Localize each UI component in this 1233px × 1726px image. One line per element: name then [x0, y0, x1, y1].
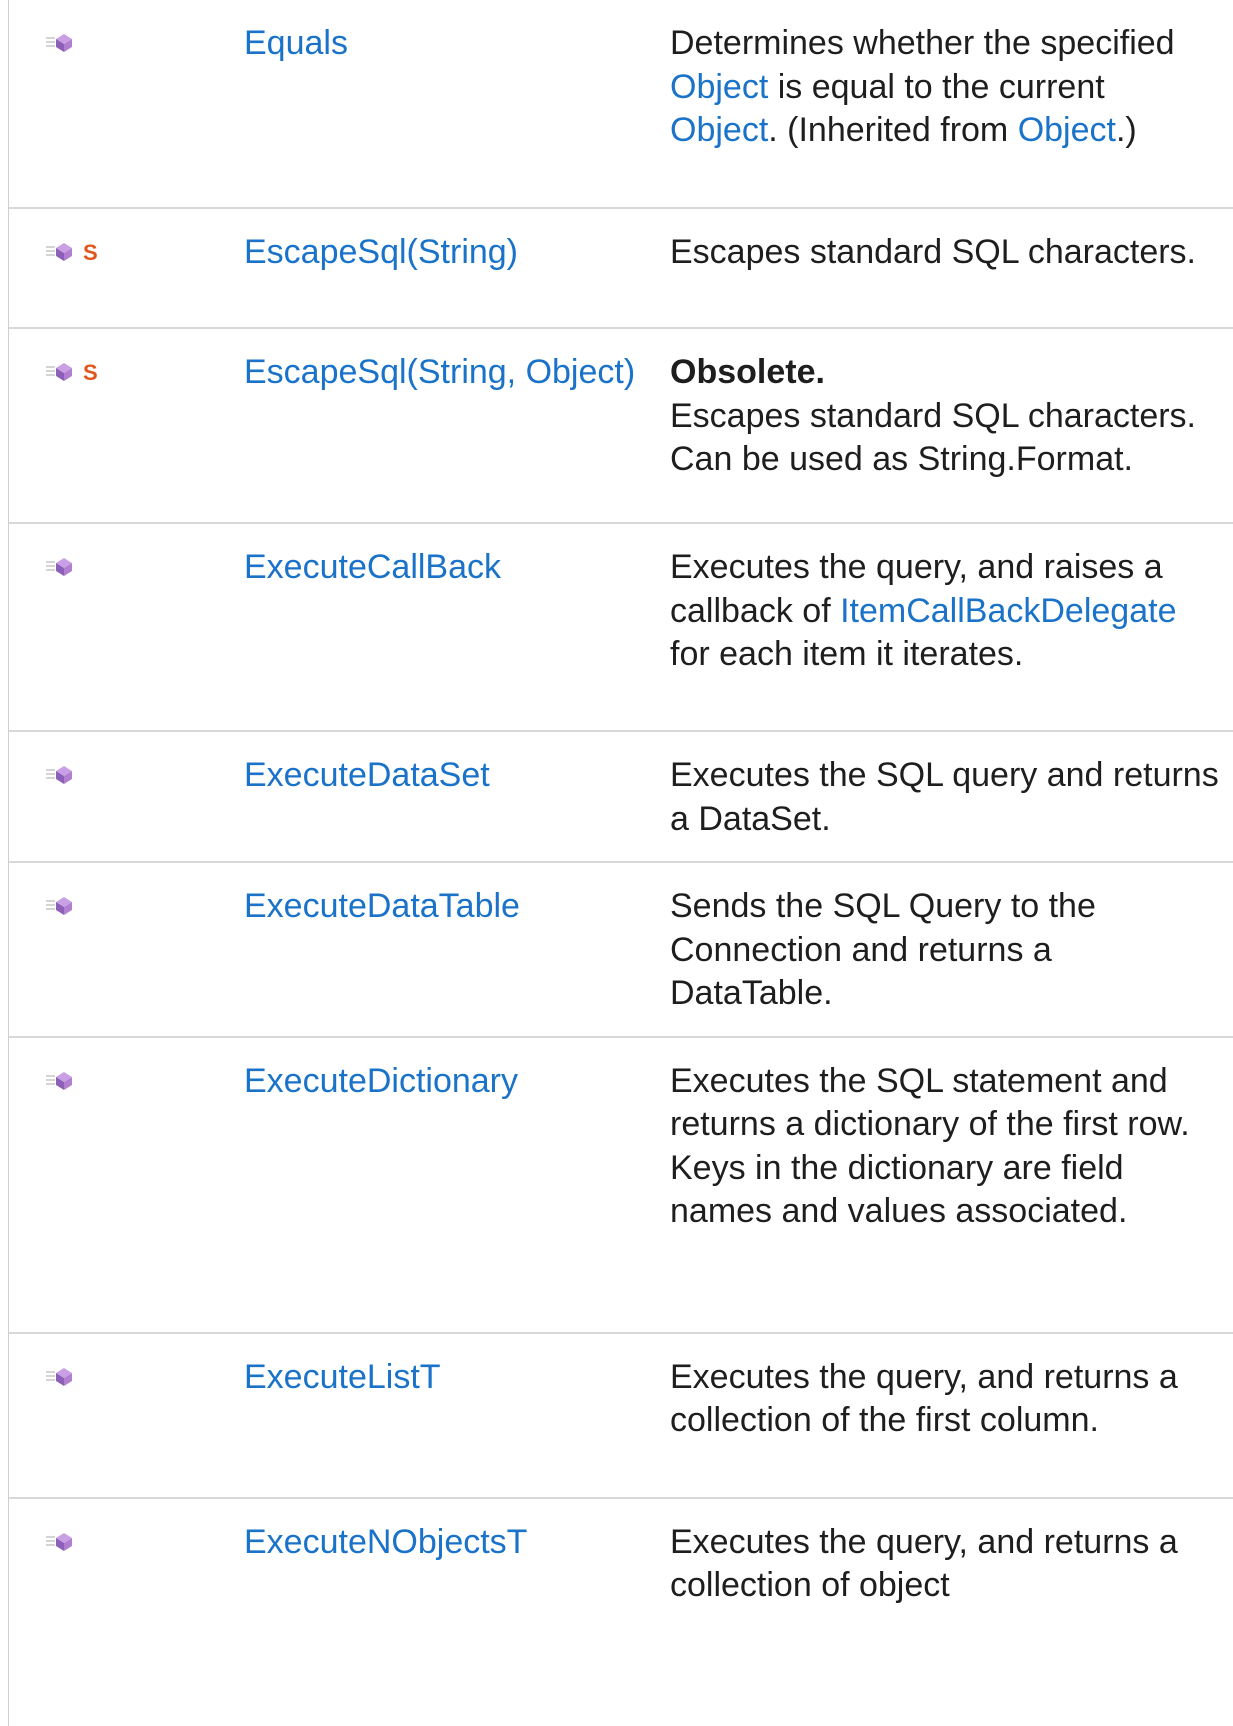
public-method-icon — [46, 885, 76, 929]
table-row: ExecuteDataTable Sends the SQL Query to … — [9, 862, 1233, 1037]
object-link[interactable]: Object — [670, 111, 768, 149]
member-link-executelistt[interactable]: ExecuteListT — [244, 1358, 441, 1396]
name-cell: ExecuteListT — [244, 1333, 670, 1498]
icons-cell — [9, 1498, 244, 1726]
members-page: Equals Determines whether the specified … — [0, 0, 1233, 1726]
svg-text:S: S — [83, 241, 98, 263]
description-cell: Executes the query, and raises a callbac… — [670, 548, 1177, 673]
member-link-executenobjectst[interactable]: ExecuteNObjectsT — [244, 1523, 527, 1561]
description-cell: Executes the query, and returns a collec… — [670, 1357, 1178, 1440]
public-method-icon — [46, 231, 76, 275]
description-cell: Executes the SQL statement and returns a… — [670, 1061, 1190, 1231]
member-link-executedatatable[interactable]: ExecuteDataTable — [244, 887, 520, 925]
methods-table: Equals Determines whether the specified … — [9, 0, 1233, 1726]
object-link[interactable]: Object — [1018, 111, 1116, 149]
table-row: ExecuteNObjectsT Executes the query, and… — [9, 1498, 1233, 1726]
description-cell: Escapes standard SQL characters. — [670, 233, 1197, 271]
description-cell: Executes the query, and returns a collec… — [670, 1522, 1178, 1605]
icons-cell — [9, 731, 244, 862]
object-link[interactable]: Object — [670, 68, 768, 106]
table-row: Equals Determines whether the specified … — [9, 0, 1233, 208]
member-link-escapesql-string[interactable]: EscapeSql(String) — [244, 233, 518, 271]
table-row: ExecuteCallBack Executes the query, and … — [9, 523, 1233, 731]
icons-cell — [9, 1333, 244, 1498]
name-cell: ExecuteNObjectsT — [244, 1498, 670, 1726]
table-row: ExecuteDictionary Executes the SQL state… — [9, 1037, 1233, 1333]
name-cell: ExecuteDataSet — [244, 731, 670, 862]
static-member-icon: S — [82, 231, 102, 275]
public-method-icon — [46, 546, 76, 590]
description-cell: Obsolete. Escapes standard SQL character… — [670, 328, 1233, 523]
name-cell: Equals — [244, 0, 670, 208]
public-method-icon — [46, 1060, 76, 1104]
member-link-executedictionary[interactable]: ExecuteDictionary — [244, 1062, 518, 1100]
public-method-icon — [46, 754, 76, 798]
name-cell: EscapeSql(String) — [244, 208, 670, 328]
table-row: S EscapeSql(String, Object) Obsolete. Es… — [9, 328, 1233, 523]
member-link-equals[interactable]: Equals — [244, 24, 348, 62]
table-row: ExecuteDataSet Executes the SQL query an… — [9, 731, 1233, 862]
svg-text:S: S — [83, 361, 98, 383]
description-cell: Sends the SQL Query to the Connection an… — [670, 887, 1096, 1012]
table-row: ExecuteListT Executes the query, and ret… — [9, 1333, 1233, 1498]
icons-cell — [9, 1037, 244, 1333]
description-cell: Executes the SQL query and returns a Dat… — [670, 756, 1219, 838]
public-method-icon — [46, 1356, 76, 1400]
member-link-escapesql-string-object[interactable]: EscapeSql(String, Object) — [244, 353, 635, 391]
obsolete-label: Obsolete. — [670, 353, 825, 391]
icons-cell: S — [9, 208, 244, 328]
member-link-executedataset[interactable]: ExecuteDataSet — [244, 756, 490, 794]
table-row: S EscapeSql(String) Escapes standard SQL… — [9, 208, 1233, 328]
name-cell: ExecuteDictionary — [244, 1037, 670, 1333]
public-method-icon — [46, 351, 76, 395]
description-cell: Determines whether the specified Object … — [670, 24, 1175, 149]
static-member-icon: S — [82, 351, 102, 395]
icons-cell — [9, 862, 244, 1037]
public-method-icon — [46, 1521, 76, 1565]
icons-cell — [9, 523, 244, 731]
member-link-executecallback[interactable]: ExecuteCallBack — [244, 548, 501, 586]
icons-cell — [9, 0, 244, 208]
icons-cell: S — [9, 328, 244, 523]
name-cell: ExecuteCallBack — [244, 523, 670, 731]
name-cell: ExecuteDataTable — [244, 862, 670, 1037]
name-cell: EscapeSql(String, Object) — [244, 328, 670, 523]
public-method-icon — [46, 22, 76, 66]
itemcallbackdelegate-link[interactable]: ItemCallBackDelegate — [840, 592, 1176, 630]
